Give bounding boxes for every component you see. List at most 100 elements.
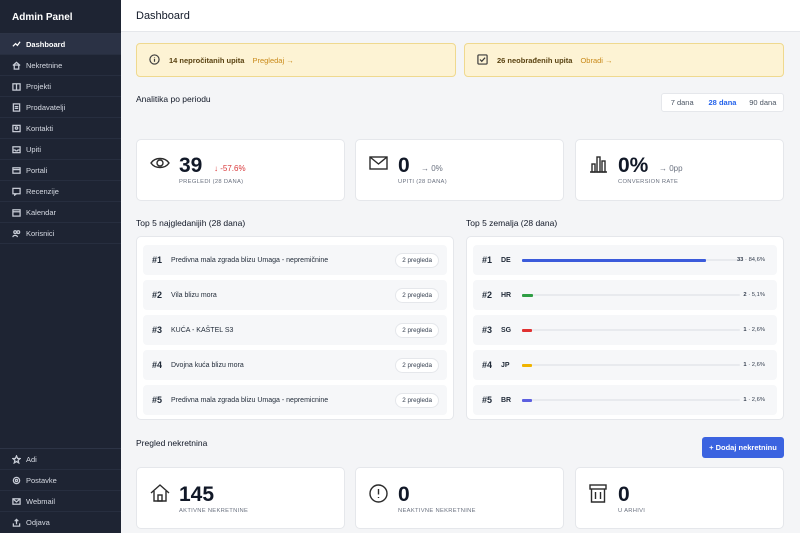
review-link[interactable]: Pregledaj → (252, 56, 293, 65)
country-count: 1 (743, 397, 747, 403)
sidebar-item-label: Portali (26, 165, 48, 175)
sidebar-item-adi[interactable]: Adi (0, 449, 121, 470)
unprocessed-inquiries-alert: 26 neobrađenih upita Obradi → (464, 43, 784, 77)
sidebar-item-dashboard[interactable]: Dashboard (0, 34, 121, 55)
sidebar-item-label: Dashboard (26, 39, 66, 49)
inquiries-value: 0 (398, 154, 410, 177)
top-countries-title: Top 5 zemalja (28 dana) (466, 218, 558, 228)
inbox-icon (12, 145, 21, 154)
range-28-days[interactable]: 28 dana (702, 94, 742, 111)
country-row: #4 JP 1 · 2,6% (473, 350, 777, 380)
country-value: 1 · 2,6% (743, 327, 765, 333)
top-bar: Dashboard (121, 0, 800, 32)
active-properties-card: 145 AKTIVNE NEKRETNINE (136, 467, 345, 529)
gear-icon (12, 476, 21, 485)
sidebar-item-label: Postavke (26, 475, 57, 485)
sidebar-item-projekti[interactable]: Projekti (0, 76, 121, 97)
country-count: 33 (736, 257, 744, 263)
range-7-days[interactable]: 7 dana (662, 94, 702, 111)
sidebar-item-label: Odjava (26, 518, 50, 527)
checkbox-icon (477, 53, 497, 67)
sidebar-item-label: Korisnici (26, 228, 55, 238)
rank: #1 (152, 255, 163, 265)
envelope-icon (369, 156, 388, 172)
rank: #2 (152, 290, 163, 300)
sidebar-item-kalendar[interactable]: Kalendar (0, 202, 121, 223)
list-item[interactable]: #5 Predivna mala zgrada blizu Umaga - ne… (143, 385, 447, 415)
share-bar-track (522, 293, 740, 297)
mail-icon (12, 497, 21, 506)
alert-circle-icon (369, 484, 388, 505)
process-link[interactable]: Obradi → (580, 56, 612, 65)
sidebar-bottom-nav: Adi Postavke Webmail Odjava (0, 448, 121, 533)
sidebar-item-portali[interactable]: Portali (0, 160, 121, 181)
sidebar-item-prodavatelji[interactable]: Prodavatelji (0, 97, 121, 118)
rank: #5 (152, 395, 163, 405)
share-bar-track (522, 398, 740, 402)
inactive-properties-label: NEAKTIVNE NEKRETNINE (398, 508, 476, 514)
sidebar-item-recenzije[interactable]: Recenzije (0, 181, 121, 202)
share-bar-track (522, 363, 740, 367)
sidebar-item-label: Projekti (26, 81, 52, 91)
conversion-value: 0% (618, 154, 649, 177)
sidebar-item-label: Prodavatelji (26, 102, 66, 112)
review-icon (12, 187, 21, 196)
sidebar-item-korisnici[interactable]: Korisnici (0, 223, 121, 244)
inactive-properties-value: 0 (398, 483, 410, 506)
sidebar-item-webmail[interactable]: Webmail (0, 491, 121, 512)
rank: #2 (482, 290, 493, 300)
country-share: 5,1% (751, 292, 765, 298)
sidebar: Admin Panel Dashboard Nekretnine Projekt… (0, 0, 121, 533)
unprocessed-inquiries-text: 26 neobrađenih upita (497, 55, 573, 65)
active-properties-label: AKTIVNE NEKRETNINE (179, 508, 249, 514)
user-group-icon (12, 229, 21, 238)
list-item[interactable]: #2 Vila blizu mora 2 pregleda (143, 280, 447, 310)
rank: #3 (152, 325, 163, 335)
sidebar-item-postavke[interactable]: Postavke (0, 470, 121, 491)
country-code: DE (501, 256, 511, 264)
archived-properties-card: 0 U ARHIVI (575, 467, 784, 529)
country-count: 1 (743, 362, 747, 368)
conversion-delta: → 0pp (659, 164, 683, 173)
country-value: 1 · 2,6% (743, 397, 765, 403)
list-item[interactable]: #3 KUĆA - KAŠTEL S3 2 pregleda (143, 315, 447, 345)
country-row: #1 DE 33 · 84,6% (473, 245, 777, 275)
views-badge: 2 pregleda (395, 392, 439, 408)
property-name: Predivna mala zgrada blizu Umaga - nepre… (171, 396, 329, 404)
sidebar-item-label: Recenzije (26, 186, 59, 196)
country-share: 2,6% (751, 362, 765, 368)
analytics-title: Analitika po periodu (136, 94, 211, 104)
sidebar-item-kontakti[interactable]: Kontakti (0, 118, 121, 139)
calendar-icon (12, 208, 21, 217)
country-code: SG (501, 326, 512, 334)
conversion-label: CONVERSION RATE (618, 179, 679, 185)
building-icon (12, 82, 21, 91)
country-row: #3 SG 1 · 2,6% (473, 315, 777, 345)
list-item[interactable]: #1 Predivna mala zgrada blizu Umaga - ne… (143, 245, 447, 275)
add-property-button[interactable]: + Dodaj nekretninu (702, 437, 784, 458)
rank: #1 (482, 255, 493, 265)
property-name: Vila blizu mora (171, 291, 217, 299)
archive-icon (589, 484, 607, 505)
country-value: 33 · 84,6% (736, 257, 765, 263)
range-90-days[interactable]: 90 dana (743, 94, 783, 111)
sidebar-item-nekretnine[interactable]: Nekretnine (0, 55, 121, 76)
views-delta: ↓ -57.6% (214, 164, 246, 173)
views-value: 39 (179, 154, 203, 177)
country-code: JP (501, 361, 510, 369)
sidebar-item-label: Webmail (26, 496, 56, 506)
country-value: 2 · 5,1% (743, 292, 765, 298)
archived-properties-value: 0 (618, 483, 630, 506)
sidebar-item-odjava[interactable]: Odjava (0, 512, 121, 533)
info-icon (149, 53, 169, 67)
country-count: 2 (743, 292, 747, 298)
property-name: Predivna mala zgrada blizu Umaga - nepre… (171, 256, 329, 264)
country-code: BR (501, 396, 512, 404)
archived-properties-label: U ARHIVI (618, 508, 646, 514)
logout-icon (12, 518, 21, 527)
country-row: #2 HR 2 · 5,1% (473, 280, 777, 310)
contact-icon (12, 124, 21, 133)
sidebar-item-upiti[interactable]: Upiti (0, 139, 121, 160)
country-share: 2,6% (751, 397, 765, 403)
list-item[interactable]: #4 Dvojna kuća blizu mora 2 pregleda (143, 350, 447, 380)
